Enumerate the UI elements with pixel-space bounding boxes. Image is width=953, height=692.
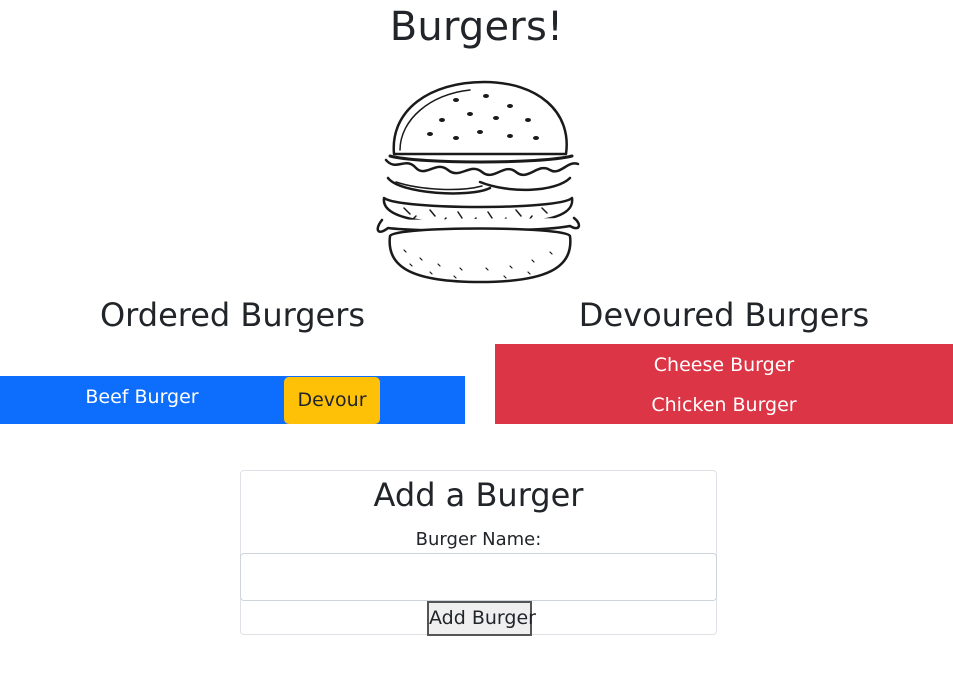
page-title: Burgers! xyxy=(389,4,564,50)
ordered-burger-row: Beef Burger Devour xyxy=(0,376,465,424)
devoured-burger-list: Cheese Burger Chicken Burger xyxy=(495,344,953,424)
devoured-burgers-heading: Devoured Burgers xyxy=(578,296,870,334)
add-burger-form: Add a Burger Burger Name: Add Burger xyxy=(240,470,717,636)
burger-name-label: Burger Name: xyxy=(415,529,542,550)
devoured-burger-item: Cheese Burger xyxy=(653,354,795,376)
add-burger-button[interactable]: Add Burger xyxy=(427,601,536,636)
ordered-burgers-heading: Ordered Burgers xyxy=(99,296,366,334)
devoured-burger-item: Chicken Burger xyxy=(651,394,797,416)
burger-illustration xyxy=(376,80,581,284)
devour-button[interactable]: Devour xyxy=(284,377,380,424)
ordered-burger-name: Beef Burger xyxy=(85,386,199,408)
add-burger-title: Add a Burger xyxy=(373,476,584,514)
burger-name-input[interactable] xyxy=(240,553,717,601)
